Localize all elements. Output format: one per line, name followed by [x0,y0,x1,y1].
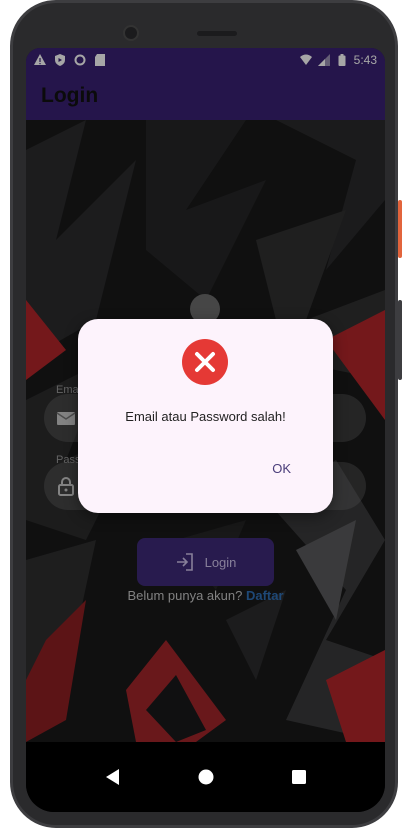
front-camera [123,25,139,41]
screen: 5:43 Login Ema Pass Login Belum punya ak… [26,48,385,812]
back-button[interactable] [100,764,126,790]
back-triangle-icon [105,769,119,785]
power-button [398,200,402,258]
recents-button[interactable] [286,764,312,790]
home-circle-icon [198,769,213,785]
ok-button[interactable]: OK [272,461,291,476]
volume-button [398,300,402,380]
dialog-message: Email atau Password salah! [125,409,286,424]
recents-square-icon [291,770,306,784]
error-x-icon [182,339,228,385]
earpiece-speaker [197,31,237,36]
error-dialog: Email atau Password salah! OK [78,319,333,513]
home-button[interactable] [193,764,219,790]
navigation-bar [26,742,385,812]
